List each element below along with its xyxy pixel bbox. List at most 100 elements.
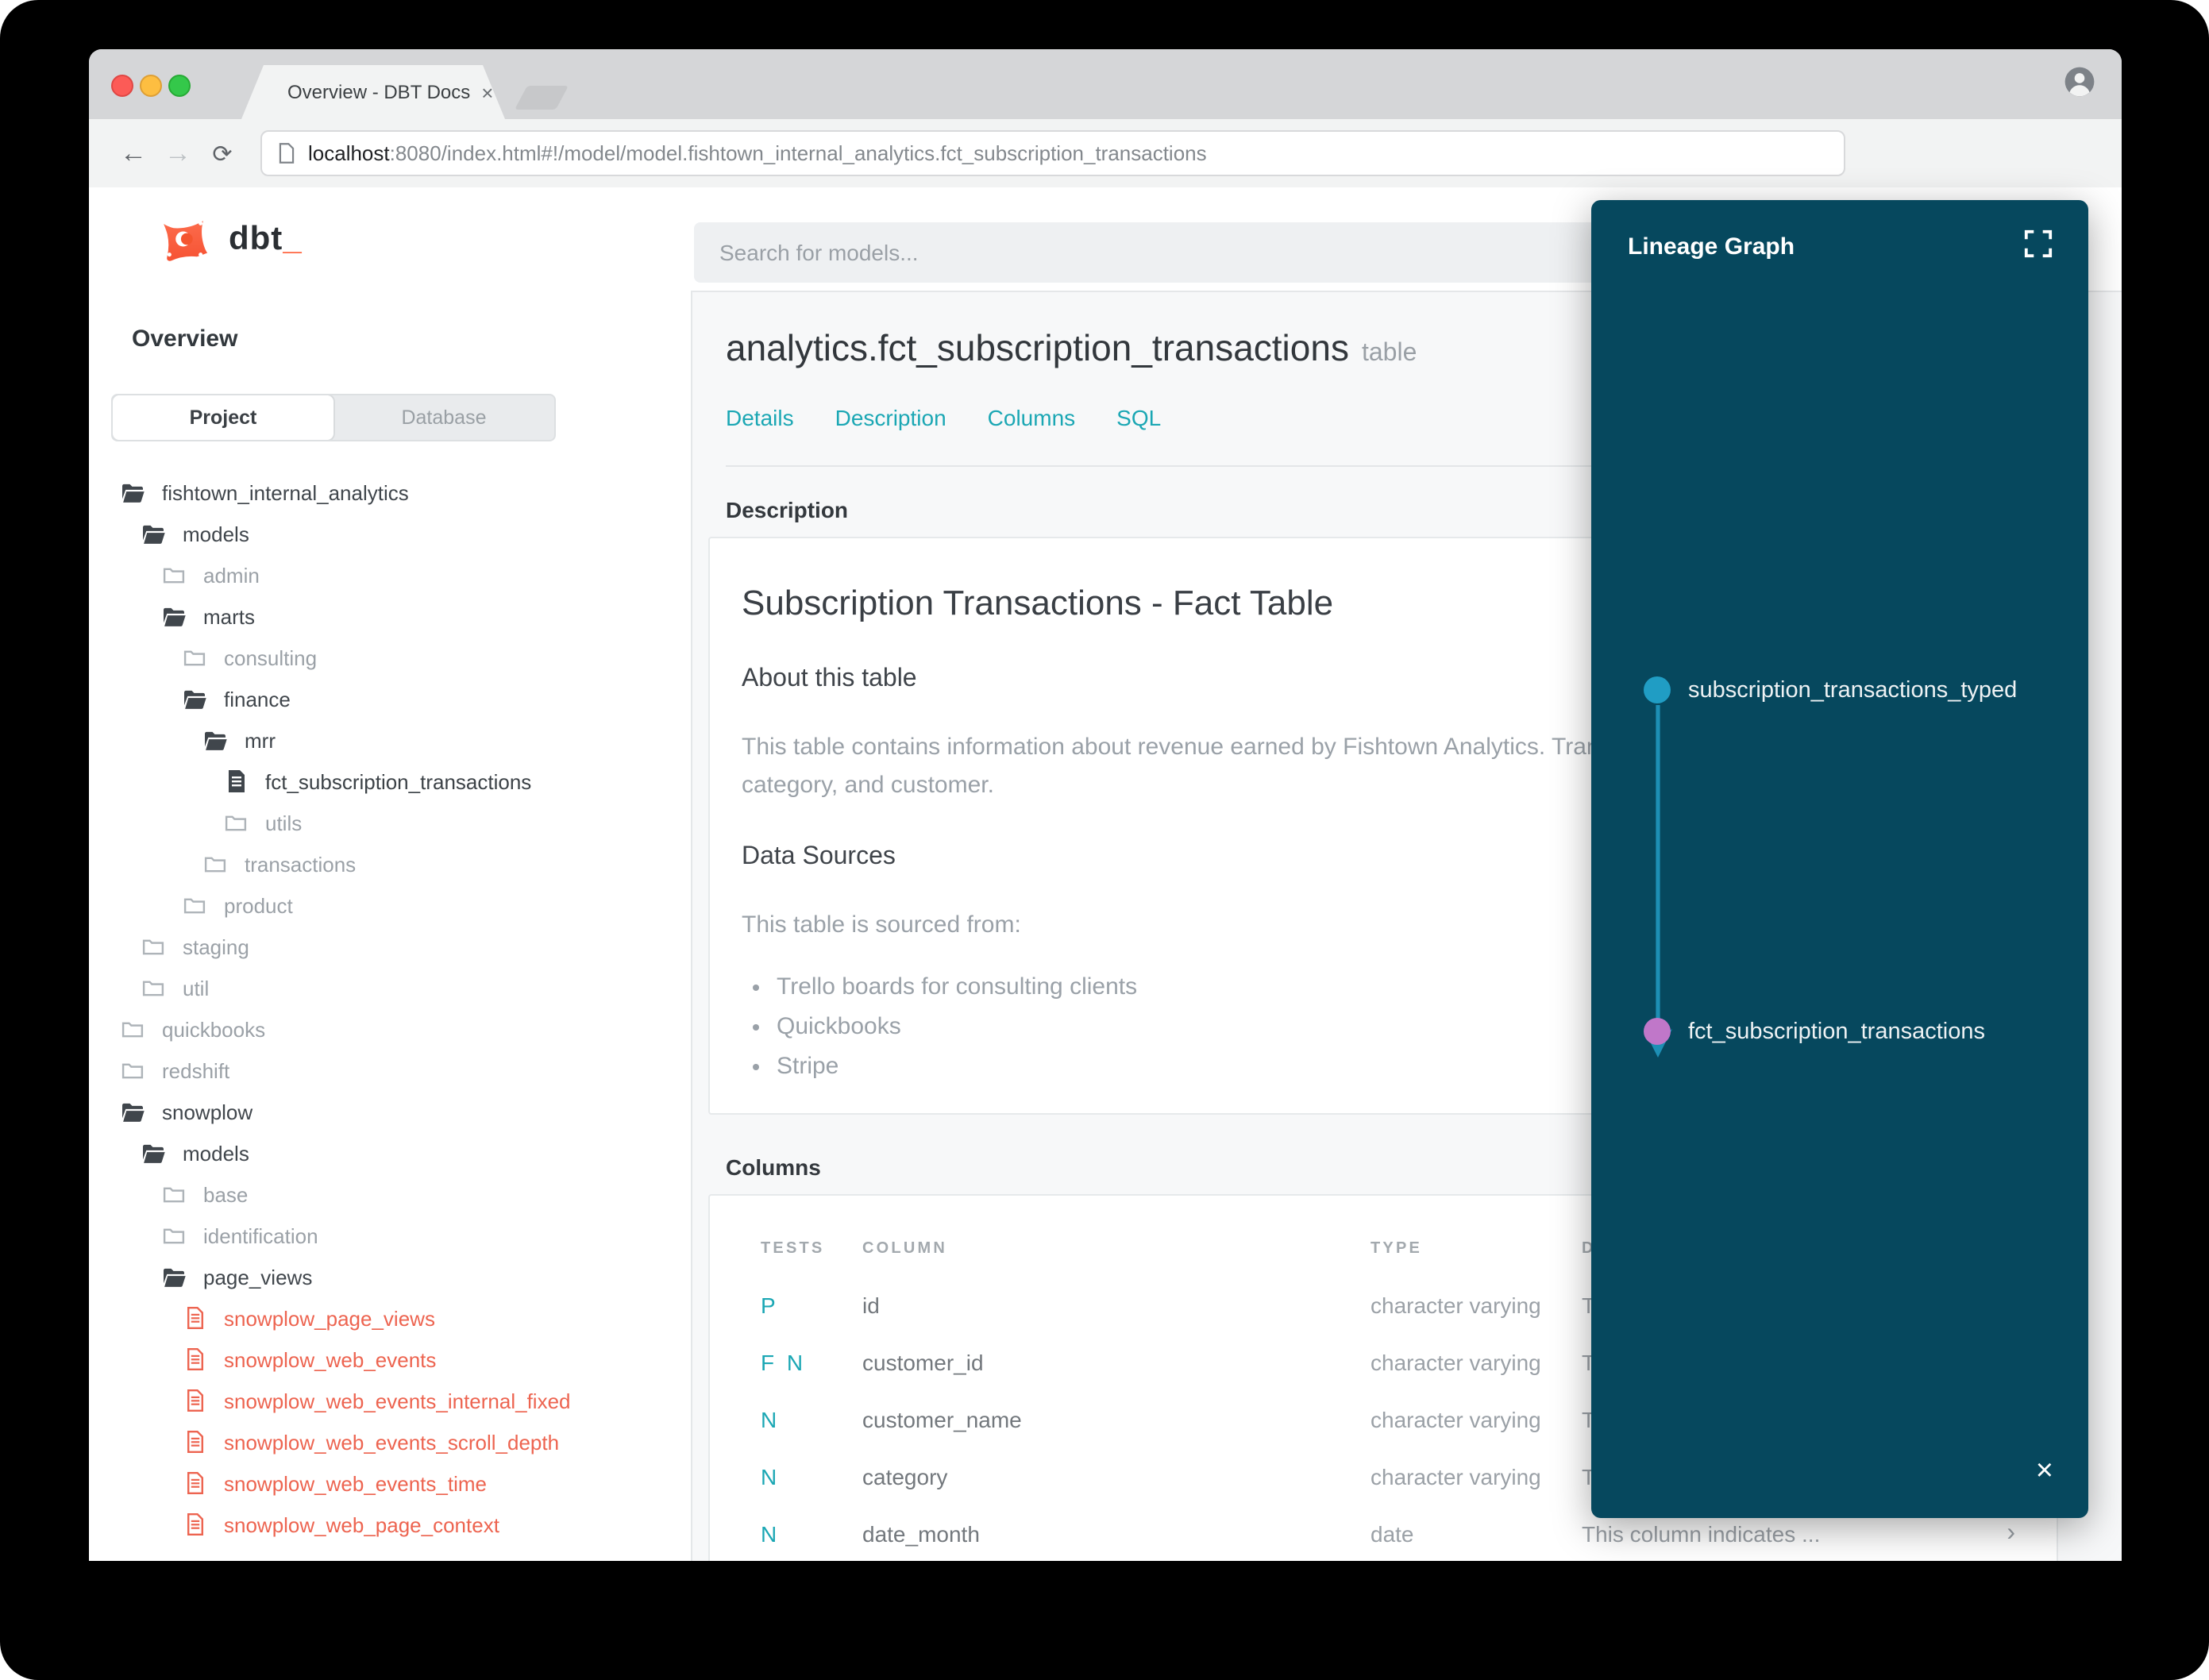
tree-item-finance[interactable]: finance [89,678,691,719]
logo-underscore: _ [283,220,303,256]
browser-window: Overview - DBT Docs × ← → ⟳ localhost:80… [89,49,2122,1561]
lineage-title: Lineage Graph [1628,233,1795,260]
tree-item-snowplow_web_page_context[interactable]: snowplow_web_page_context [89,1504,691,1545]
toggle-project[interactable]: Project [113,395,333,440]
dbt-logo[interactable]: dbt_ [156,210,303,268]
column-header-tests: TESTS [761,1239,825,1257]
tree-item-models[interactable]: models [89,1132,691,1173]
column-header-column: COLUMN [862,1239,947,1257]
row-tests: N [761,1521,781,1547]
row-type: character varying [1371,1350,1541,1375]
column-header-type: TYPE [1371,1239,1423,1257]
tree-item-mrr[interactable]: mrr [89,719,691,761]
row-type: character varying [1371,1407,1541,1432]
tree-item-quickbooks[interactable]: quickbooks [89,1008,691,1050]
tree-item-snowplow_web_events_scroll_depth[interactable]: snowplow_web_events_scroll_depth [89,1421,691,1462]
logo-text: dbt [229,220,283,256]
forward-icon[interactable]: → [159,119,197,187]
url-path: :8080/index.html#!/model/model.fishtown_… [389,141,1207,165]
tree-item-models[interactable]: models [89,513,691,554]
row-description[interactable]: This column indicates ...› [1582,1520,2057,1548]
folder-icon [121,1021,144,1037]
tab-sql[interactable]: SQL [1116,405,1161,430]
file-red-icon [187,1472,202,1494]
row-tests: N [761,1464,781,1489]
tree-item-staging[interactable]: staging [89,926,691,967]
window-minimize-button[interactable] [140,75,162,97]
tree-item-fct_subscription_transactions[interactable]: fct_subscription_transactions [89,757,691,805]
columns-section-label: Columns [726,1154,821,1180]
file-tree: fishtown_internal_analytics models admin… [89,472,691,1545]
row-column: customer_name [862,1407,1022,1432]
fullscreen-icon[interactable] [2023,229,2053,267]
row-column: category [862,1464,948,1489]
lineage-node-fct_subscription_transactions[interactable]: fct_subscription_transactions [1644,1018,1985,1045]
folder-icon [142,980,164,996]
description-section-label: Description [726,497,849,522]
folder-open-icon [205,730,227,749]
window-close-button[interactable] [111,75,133,97]
row-type: date [1371,1521,1414,1547]
tab-details[interactable]: Details [726,405,794,430]
tree-item-redshift[interactable]: redshift [89,1050,691,1091]
folder-open-icon [122,483,145,502]
tab-description[interactable]: Description [835,405,946,430]
address-bar[interactable]: localhost:8080/index.html#!/model/model.… [260,130,1845,176]
tree-item-product[interactable]: product [89,884,691,926]
back-icon[interactable]: ← [114,119,152,187]
row-type: character varying [1371,1464,1541,1489]
file-red-icon [187,1389,202,1412]
row-column: id [862,1293,880,1318]
row-type: character varying [1371,1293,1541,1318]
browser-toolbar: ← → ⟳ localhost:8080/index.html#!/model/… [89,119,2122,245]
tree-item-transactions[interactable]: transactions [89,843,691,884]
folder-open-icon [122,1102,145,1121]
file-red-icon [187,1307,202,1329]
folder-icon [163,1227,185,1243]
reload-icon[interactable]: ⟳ [203,119,241,187]
tree-item-utils[interactable]: utils [89,802,691,843]
toggle-database[interactable]: Database [333,395,554,440]
tree-item-snowplow_web_events[interactable]: snowplow_web_events [89,1339,691,1380]
file-red-icon [187,1431,202,1453]
tree-item-marts[interactable]: marts [89,595,691,637]
node-label: fct_subscription_transactions [1688,1019,1985,1044]
folder-icon [163,567,185,583]
window-zoom-button[interactable] [168,75,191,97]
lineage-edge-arrow [1644,705,1672,1058]
tree-item-identification[interactable]: identification [89,1215,691,1256]
folder-open-icon [164,607,186,626]
tree-item-snowplow_web_events_internal_fixed[interactable]: snowplow_web_events_internal_fixed [89,1380,691,1421]
folder-icon [163,1186,185,1202]
profile-avatar-icon[interactable] [2063,65,2096,106]
tree-item-consulting[interactable]: consulting [89,637,691,678]
node-dot [1644,1018,1671,1045]
tree-item-snowplow[interactable]: snowplow [89,1091,691,1132]
tab-columns[interactable]: Columns [988,405,1076,430]
browser-tab[interactable]: Overview - DBT Docs × [241,65,505,119]
tree-item-fishtown_internal_analytics[interactable]: fishtown_internal_analytics [89,472,691,513]
lineage-panel: Lineage Graph × subscription_transaction… [1591,200,2088,1518]
tab-close-icon[interactable]: × [481,82,493,102]
folder-open-icon [164,1267,186,1286]
row-column: date_month [862,1521,980,1547]
model-tabs: Details Description Columns SQL [726,405,1161,430]
lineage-node-subscription_transactions_typed[interactable]: subscription_transactions_typed [1644,676,2017,703]
page-title: analytics.fct_subscription_transactions t… [726,327,1417,368]
row-tests: F N [761,1350,807,1375]
page-icon [279,143,295,164]
folder-icon [142,938,164,954]
project-database-toggle: Project Database [111,394,556,441]
tree-item-snowplow_web_events_time[interactable]: snowplow_web_events_time [89,1462,691,1504]
tree-item-snowplow_page_views[interactable]: snowplow_page_views [89,1297,691,1339]
tree-item-base[interactable]: base [89,1173,691,1215]
tree-item-util[interactable]: util [89,967,691,1008]
dbt-logo-icon [164,221,208,261]
tree-item-admin[interactable]: admin [89,554,691,595]
new-tab-button[interactable] [515,86,569,110]
folder-icon [225,815,247,830]
tree-item-page_views[interactable]: page_views [89,1256,691,1297]
file-red-icon [187,1348,202,1370]
chevron-right-icon: › [2007,1520,2015,1547]
lineage-close-icon[interactable]: × [2036,1456,2053,1486]
